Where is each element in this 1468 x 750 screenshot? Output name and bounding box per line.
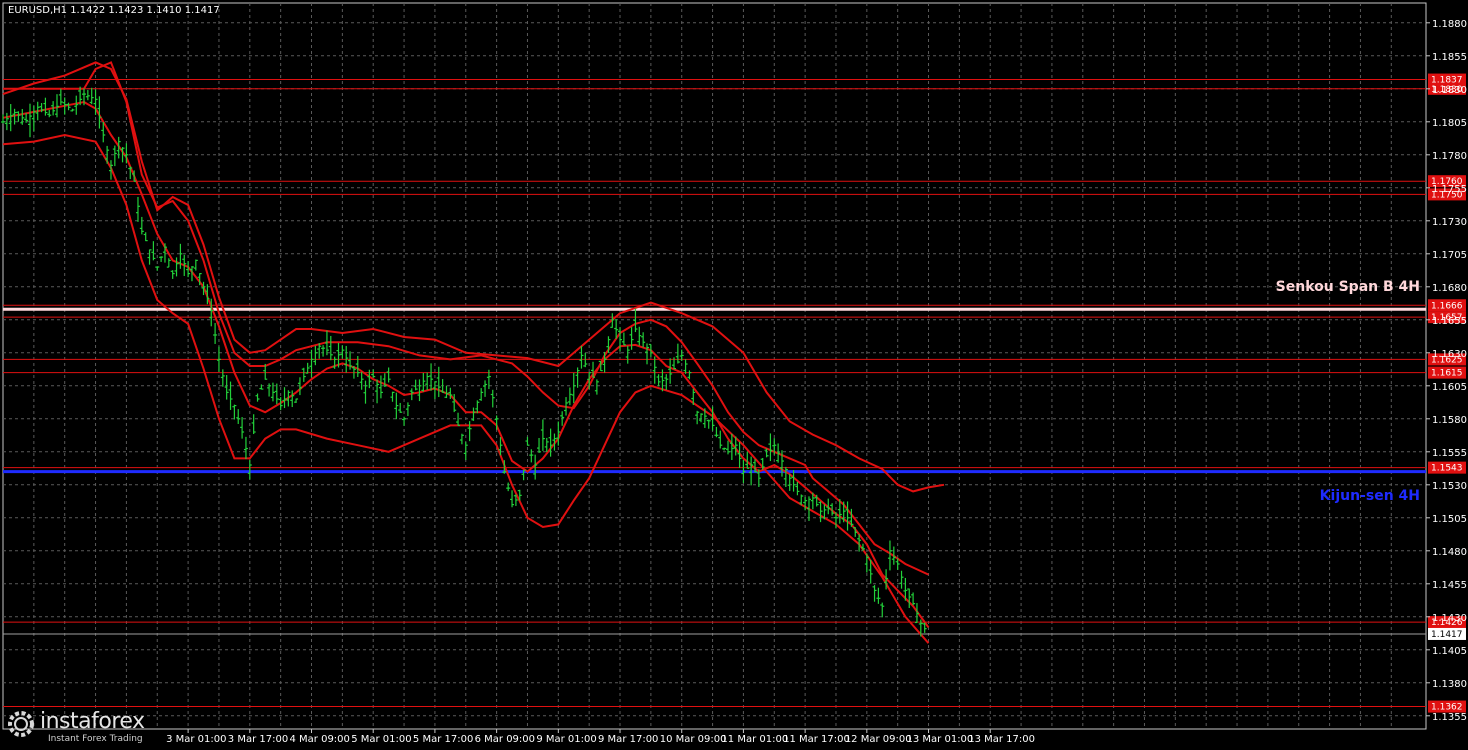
- x-tick-label: 6 Mar 09:00: [475, 734, 535, 745]
- eurusd-chart: 1.18371.18301.17601.17501.16661.16571.16…: [1, 2, 1467, 745]
- gear-logo-icon: [8, 711, 34, 737]
- x-tick-label: 5 Mar 17:00: [413, 734, 473, 745]
- y-tick-label: 1.1480: [1432, 547, 1467, 558]
- y-tick-label: 1.1605: [1432, 382, 1467, 393]
- chart-title: EURUSD,H1 1.1422 1.1423 1.1410 1.1417: [8, 5, 220, 16]
- x-tick-label: 13 Mar 17:00: [968, 734, 1035, 745]
- y-tick-label: 1.1430: [1432, 613, 1467, 624]
- x-tick-label: 9 Mar 01:00: [536, 734, 596, 745]
- y-tick-label: 1.1680: [1432, 283, 1467, 294]
- upper-band-line: [2, 61, 945, 493]
- y-tick-label: 1.1705: [1432, 250, 1467, 261]
- y-tick-label: 1.1380: [1432, 679, 1467, 690]
- current-price-label: 1.1417: [1431, 630, 1463, 640]
- instaforex-brand: instaforex Instant Forex Trading: [4, 705, 180, 747]
- x-tick-label: 13 Mar 01:00: [907, 734, 974, 745]
- x-tick-label: 5 Mar 01:00: [351, 734, 411, 745]
- y-tick-label: 1.1755: [1432, 184, 1467, 195]
- y-tick-label: 1.1355: [1432, 712, 1467, 723]
- x-tick-label: 11 Mar 01:00: [721, 734, 788, 745]
- level-price-label: 1.1666: [1431, 301, 1463, 311]
- level-price-label: 1.1543: [1431, 464, 1463, 474]
- level-price-label: 1.1615: [1431, 369, 1463, 379]
- plot-border: [2, 2, 1427, 730]
- y-tick-label: 1.1555: [1432, 448, 1467, 459]
- x-tick-label: 3 Mar 17:00: [228, 734, 288, 745]
- y-tick-label: 1.1505: [1432, 514, 1467, 525]
- brand-tagline: Instant Forex Trading: [48, 734, 143, 744]
- brand-name: instaforex: [40, 709, 145, 734]
- senkou-span-b-label: Senkou Span B 4H: [1276, 279, 1420, 295]
- y-tick-label: 1.1780: [1432, 151, 1467, 162]
- x-tick-label: 12 Mar 09:00: [845, 734, 912, 745]
- y-tick-label: 1.1880: [1432, 19, 1467, 30]
- x-tick-label: 4 Mar 09:00: [290, 734, 350, 745]
- x-tick-label: 9 Mar 17:00: [598, 734, 658, 745]
- y-tick-label: 1.1730: [1432, 217, 1467, 228]
- y-tick-label: 1.1830: [1432, 85, 1467, 96]
- y-tick-label: 1.1630: [1432, 349, 1467, 360]
- y-tick-label: 1.1805: [1432, 118, 1467, 129]
- y-tick-label: 1.1855: [1432, 52, 1467, 63]
- kijun-sen-label: Kijun-sen 4H: [1320, 488, 1420, 504]
- y-tick-label: 1.1455: [1432, 580, 1467, 591]
- y-tick-label: 1.1405: [1432, 646, 1467, 657]
- y-tick-label: 1.1530: [1432, 481, 1467, 492]
- y-tick-label: 1.1580: [1432, 415, 1467, 426]
- x-tick-label: 11 Mar 17:00: [783, 734, 850, 745]
- grid-layer: [3, 3, 1426, 729]
- y-tick-label: 1.1655: [1432, 316, 1467, 327]
- x-tick-label: 10 Mar 09:00: [660, 734, 727, 745]
